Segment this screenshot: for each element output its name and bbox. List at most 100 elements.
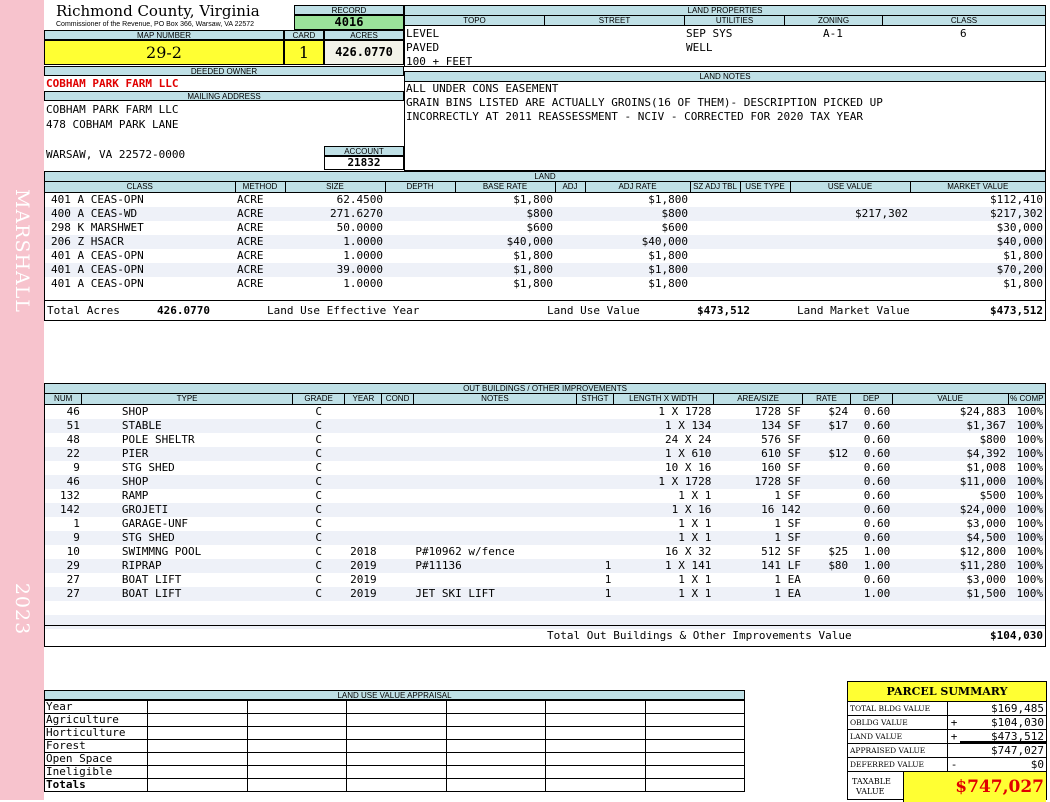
land-row: 400 A CEAS-WD ACRE 271.6270 $800 $800 $217,30… xyxy=(45,207,1045,221)
land-class: 400 A CEAS-WD xyxy=(45,207,235,221)
ob-grade xyxy=(292,601,345,615)
luva-cell xyxy=(246,700,347,714)
land-adj-rate: $1,800 xyxy=(648,277,688,290)
land-use-type xyxy=(740,263,790,277)
land-base-rate: $1,800 xyxy=(513,193,553,206)
land-depth xyxy=(385,277,455,291)
ob-rate: $80 xyxy=(802,559,851,573)
ob-notes xyxy=(413,601,576,615)
ob-year xyxy=(344,475,382,489)
ob-type: BOAT LIFT xyxy=(121,573,182,586)
ob-cond xyxy=(382,517,414,531)
ob-value: $4,392 xyxy=(892,447,1009,461)
record-value: 4016 xyxy=(294,15,404,30)
summary-row: OBLDG VALUE + $104,030 xyxy=(848,716,1046,730)
land-adj-rate: $600 xyxy=(661,221,689,234)
ob-year xyxy=(345,433,382,447)
ob-pct-comp: 100% xyxy=(1008,587,1045,601)
district-label: MARSHALL xyxy=(11,188,33,314)
ob-notes: P#11136 xyxy=(413,559,577,573)
land-col-header: METHOD xyxy=(235,182,286,193)
land-market-value-label: Land Market Value xyxy=(797,304,910,317)
land-size: 1.0000 xyxy=(285,235,385,249)
ob-length-width: 1 X 1 xyxy=(678,489,712,502)
luva-label: Year xyxy=(44,700,148,714)
luva-table: Year Agriculture Horticulture Forest Open Sp… xyxy=(44,700,745,792)
ob-num: 10 xyxy=(66,545,80,558)
land-properties: LAND PROPERTIES TOPO STREET UTILITIES ZO… xyxy=(404,5,1046,68)
land-adj xyxy=(555,277,585,291)
land-row: 298 K MARSHWET ACRE 50.0000 $600 $600 $30,000 xyxy=(45,221,1045,235)
land-class: 298 K MARSHWET xyxy=(51,221,144,234)
luva-cell xyxy=(147,726,248,740)
land-method: ACRE xyxy=(237,249,264,262)
summary-value: $104,030 xyxy=(991,716,1044,729)
summary-sign: + xyxy=(950,716,958,729)
ob-cond xyxy=(382,573,414,587)
ob-num: 132 xyxy=(59,489,80,502)
ob-length-width: 1 X 134 xyxy=(613,419,714,433)
zoning-header: ZONING xyxy=(785,16,883,26)
land-adj xyxy=(555,221,585,235)
luva-row: Totals xyxy=(44,778,745,792)
ob-year xyxy=(345,461,382,475)
ob-length-width: 1 X 610 xyxy=(613,447,714,461)
ob-num: 9 xyxy=(45,531,82,545)
land-market-value: $217,302 xyxy=(910,207,1045,221)
land-use-value xyxy=(790,277,910,291)
luva-title: LAND USE VALUE APPRAISAL xyxy=(44,690,745,700)
ob-grade: C xyxy=(315,517,322,530)
luva-cell xyxy=(147,713,248,727)
land-sz-adj-tbl xyxy=(690,207,740,221)
ob-pct-comp: 100% xyxy=(1016,573,1044,586)
ob-sthgt xyxy=(577,433,614,447)
ob-grade: C xyxy=(315,433,322,446)
outbuilding-row: 9 STG SHED C 1 X 11 SF 0.60 $4,500 100% xyxy=(45,531,1045,545)
ob-cond xyxy=(381,475,414,489)
ob-pct-comp: 100% xyxy=(1016,517,1044,530)
ob-rate: $24 xyxy=(828,405,849,418)
land-size: 1.0000 xyxy=(343,249,383,262)
land-use-value xyxy=(790,235,910,249)
land-size: 39.0000 xyxy=(285,263,385,277)
land-use-value xyxy=(790,263,910,277)
ob-cond xyxy=(382,405,414,420)
land-size: 62.4500 xyxy=(336,193,383,206)
luva-cell xyxy=(445,700,546,714)
ob-grade: C xyxy=(292,531,345,545)
land-use-value-label: Land Use Value xyxy=(547,304,640,317)
ob-pct-comp xyxy=(1008,601,1045,615)
land-market-value: $112,410 xyxy=(990,193,1043,206)
summary-label: DEFERRED VALUE xyxy=(848,758,948,771)
ob-sthgt: 1 xyxy=(576,587,614,601)
ob-dep: 0.60 xyxy=(863,573,891,586)
ob-notes xyxy=(413,489,576,503)
ob-area-size: 1 EA xyxy=(713,587,803,601)
card-label: CARD xyxy=(284,30,324,40)
owner-name: COBHAM PARK FARM LLC xyxy=(46,77,179,90)
ob-year xyxy=(345,489,382,503)
map-label: MAP NUMBER xyxy=(44,30,284,40)
land-method: ACRE xyxy=(237,221,264,234)
ob-value: $800 xyxy=(979,433,1007,446)
land-col-header: USE VALUE xyxy=(790,182,911,193)
land-depth xyxy=(385,221,455,235)
ob-notes xyxy=(413,475,577,489)
land-adj-rate: $40,000 xyxy=(585,235,690,249)
land-sz-adj-tbl xyxy=(690,263,740,277)
land-note: ALL UNDER CONS EASEMENT xyxy=(406,82,559,95)
land-size: 1.0000 xyxy=(343,277,383,290)
land-base-rate: $800 xyxy=(455,207,555,221)
outbuilding-row: 27 BOAT LIFT C 2019 JET SKI LIFT 1 1 X 11 EA 1.… xyxy=(45,587,1045,601)
utilities-header: UTILITIES xyxy=(685,16,785,26)
land-sz-adj-tbl xyxy=(690,235,740,249)
land-base-rate: $40,000 xyxy=(455,235,555,249)
ob-pct-comp: 100% xyxy=(1016,405,1044,418)
land-col-header: BASE RATE xyxy=(455,182,556,193)
land-note: GRAIN BINS LISTED ARE ACTUALLY GROINS(16… xyxy=(406,96,883,109)
topo-value: 100 + FEET xyxy=(406,55,473,68)
ob-value: $12,800 xyxy=(959,545,1007,558)
ob-sthgt xyxy=(577,405,614,420)
land-use-value-appraisal: LAND USE VALUE APPRAISAL Year Agriculture… xyxy=(44,690,745,800)
ob-year xyxy=(344,503,382,517)
